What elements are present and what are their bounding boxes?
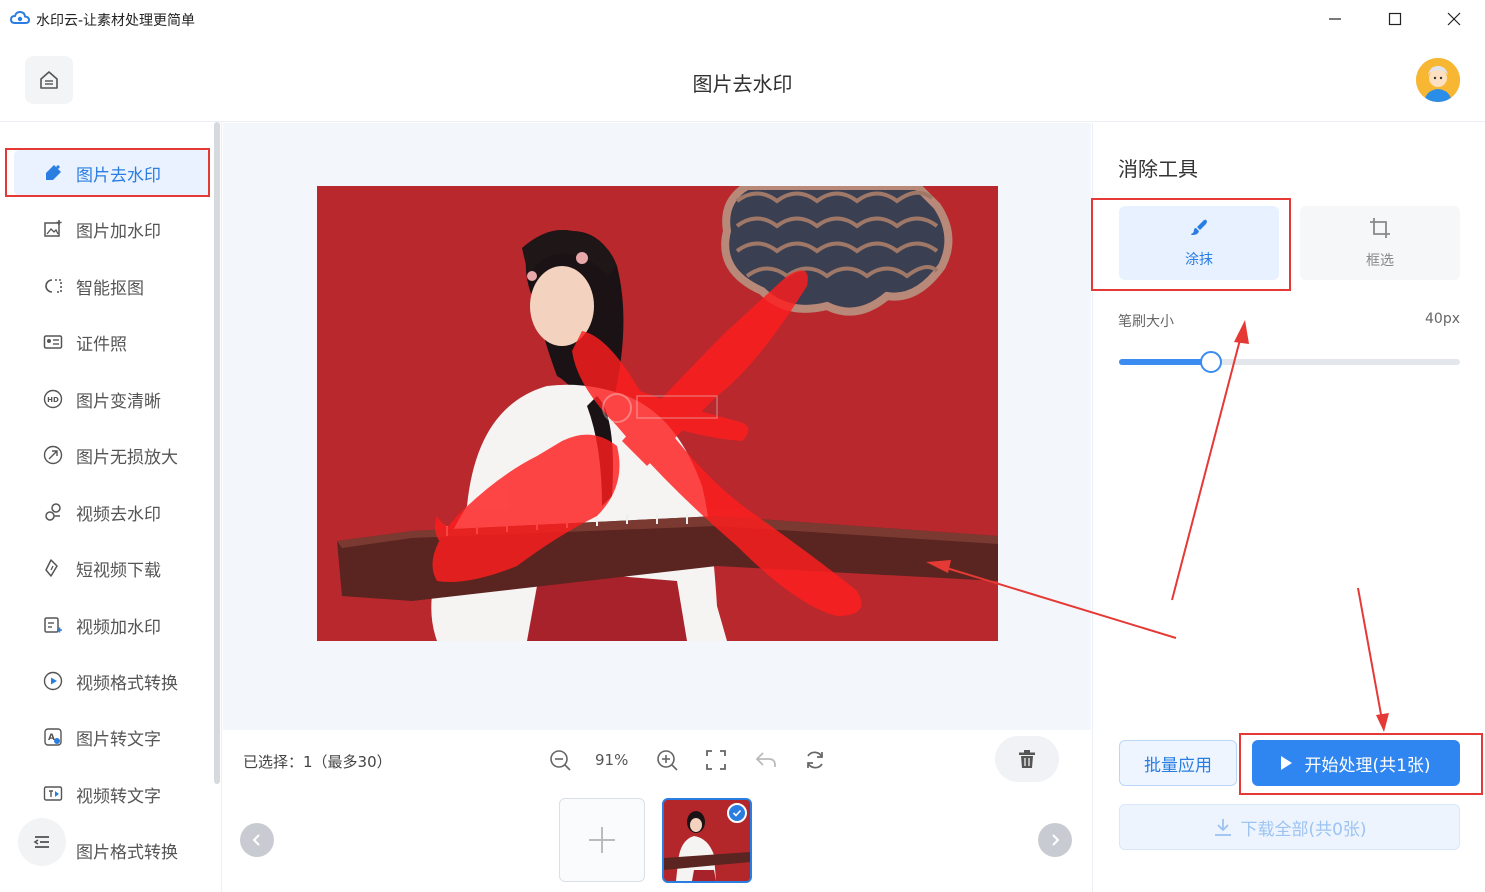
sidebar-item-label: 图片格式转换 [76,842,178,863]
title-bar: 水印云-让素材处理更简单 [0,0,1485,38]
maximize-button[interactable] [1372,4,1418,34]
page-title: 图片去水印 [692,72,793,96]
minimize-icon [1329,18,1341,20]
cloud-logo-icon [10,10,30,24]
sidebar-item-label: 图片转文字 [76,729,161,750]
panel-title: 消除工具 [1118,157,1198,181]
close-button[interactable] [1431,4,1477,34]
sidebar-item-video-format-convert[interactable]: 视频格式转换 [14,658,210,704]
svg-text:HD: HD [47,396,59,404]
hd-icon: HD [42,388,64,410]
id-card-icon [42,331,64,353]
video-text-icon [42,783,64,805]
sidebar-item-video-watermark-add[interactable]: 视频加水印 [14,602,210,648]
brush-size-value: 40px [1425,311,1460,327]
delete-button[interactable] [995,736,1059,782]
collapse-sidebar-button[interactable] [18,818,66,866]
sidebar-item-label: 视频转文字 [76,786,161,807]
minimize-button[interactable] [1312,4,1358,34]
zoom-in-button[interactable] [653,746,681,774]
sidebar-item-label: 视频格式转换 [76,673,178,694]
sidebar-item-label: 证件照 [76,334,127,355]
start-highlight-box [1239,733,1483,795]
sidebar-item-label: 视频去水印 [76,504,161,525]
trash-icon [1019,750,1035,768]
window-title: 水印云-让素材处理更简单 [36,13,196,29]
image-add-icon [42,218,64,240]
brush-size-label: 笔刷大小 [1118,314,1174,330]
photo-scene [317,186,998,641]
image-text-icon: A [42,726,64,748]
download-icon [1215,819,1232,836]
zoom-level: 91% [595,751,629,769]
video-eraser-icon [42,501,64,523]
image-thumbnail[interactable] [662,798,752,883]
maximize-icon [1388,12,1402,26]
close-icon [1447,12,1461,26]
app-header: 图片去水印 [0,38,1485,122]
menu-collapse-icon [33,836,49,848]
editing-canvas[interactable] [223,123,1091,730]
chevron-left-icon [252,834,260,846]
sidebar-item-label: 视频加水印 [76,617,161,638]
sidebar-item-image-enhance[interactable]: HD 图片变清晰 [14,376,210,422]
zoom-in-icon [657,750,678,771]
download-all-label: 下载全部(共0张) [1240,819,1367,840]
undo-icon [755,752,776,767]
box-select-tool-label: 框选 [1366,253,1394,269]
selection-count: 已选择：1（最多30） [243,753,392,771]
zoom-out-icon [550,750,571,771]
sidebar-item-lossless-enlarge[interactable]: 图片无损放大 [14,432,210,478]
active-item-highlight-box [5,148,210,197]
sidebar-item-label: 图片无损放大 [76,447,178,468]
selected-check-icon [727,803,747,823]
sidebar-item-label: 智能抠图 [76,278,144,299]
sidebar: 图片去水印 图片加水印 智能抠图 证件照 HD 图片变清晰 图片无损放大 视频去… [0,122,222,892]
enlarge-icon [42,444,64,466]
refresh-icon [807,751,823,769]
chevron-right-icon [1052,834,1060,846]
slider-fill [1119,359,1212,365]
next-image-button[interactable] [1038,823,1072,857]
fit-screen-button[interactable] [702,746,730,774]
sidebar-item-id-photo[interactable]: 证件照 [14,319,210,365]
video-add-icon [42,614,64,636]
tool-highlight-box [1091,198,1291,291]
slider-handle[interactable] [1200,351,1223,373]
sidebar-scrollbar[interactable] [214,122,220,784]
lattice-window [721,186,953,316]
tool-panel: 消除工具 涂抹 框选 笔刷大小 40px 批量应用 开始处理(共1张) 下载全部… [1091,123,1485,892]
add-image-button[interactable] [559,798,645,882]
prev-image-button[interactable] [240,823,274,857]
sidebar-item-image-watermark-add[interactable]: 图片加水印 [14,206,210,252]
batch-apply-button[interactable]: 批量应用 [1119,740,1237,786]
reset-button[interactable] [801,746,829,774]
sidebar-item-video-watermark-remove[interactable]: 视频去水印 [14,489,210,535]
undo-button[interactable] [752,746,780,774]
fullscreen-icon [706,750,726,770]
avatar-icon [1416,58,1460,102]
sidebar-item-video-to-text[interactable]: 视频转文字 [14,771,210,817]
user-avatar[interactable] [1416,58,1460,102]
crop-icon [1368,216,1392,244]
edited-photo[interactable] [317,186,998,641]
sidebar-item-smart-cutout[interactable]: 智能抠图 [14,263,210,309]
sidebar-item-short-video-download[interactable]: 短视频下载 [14,545,210,591]
zoom-out-button[interactable] [546,746,574,774]
sidebar-item-label: 图片变清晰 [76,391,161,412]
svg-text:A: A [48,733,55,743]
play-circle-icon [42,670,64,692]
sidebar-item-label: 图片加水印 [76,221,161,242]
download-link-icon [42,557,64,579]
cutout-icon [42,275,64,297]
sidebar-item-label: 短视频下载 [76,560,161,581]
brush-size-slider[interactable] [1119,351,1460,373]
download-all-button[interactable]: 下载全部(共0张) [1119,804,1460,850]
bottom-toolbar: 已选择：1（最多30） 91% [223,730,1091,892]
plus-icon [589,827,615,853]
sidebar-item-image-to-text[interactable]: A 图片转文字 [14,714,210,760]
box-select-tool-button[interactable]: 框选 [1300,206,1460,280]
